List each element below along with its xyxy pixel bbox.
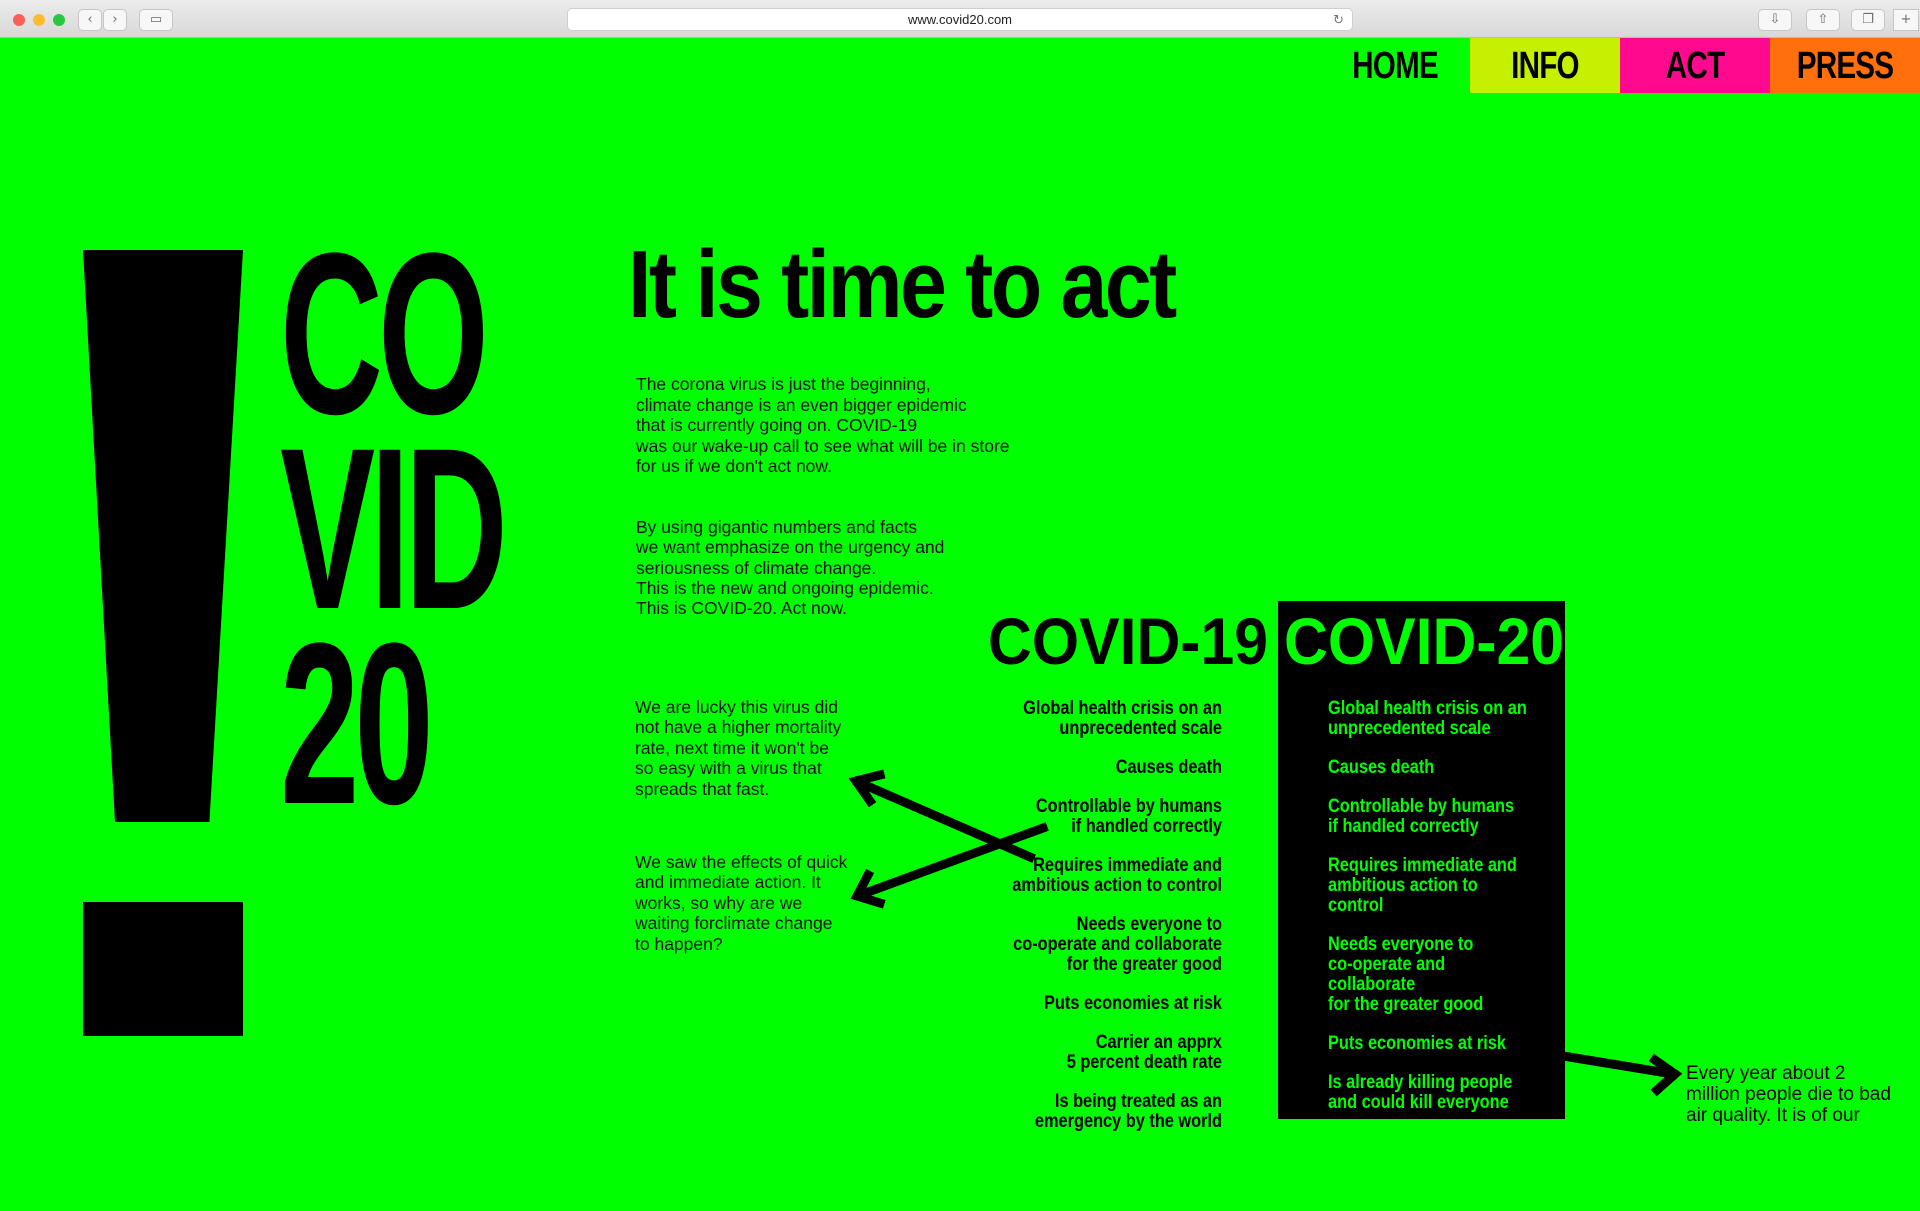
- close-window-button[interactable]: [13, 14, 25, 26]
- tabs-icon[interactable]: ❐: [1851, 9, 1885, 31]
- covid19-item: Needs everyone to co-operate and collabo…: [1013, 914, 1222, 975]
- exclamation-dot-icon: [83, 902, 243, 1036]
- nav-press-link[interactable]: PRESS: [1787, 38, 1904, 93]
- covid19-list: Global health crisis on an unprecedented…: [960, 699, 1222, 1151]
- nav-item-home[interactable]: HOME: [1320, 38, 1470, 93]
- logo-line-3: 20: [280, 595, 434, 852]
- covid20-item: Controllable by humans if handled correc…: [1328, 796, 1515, 837]
- zoom-window-button[interactable]: [53, 14, 65, 26]
- sidebar-icon[interactable]: ▭: [139, 9, 173, 31]
- logo-wordmark: CO VID 20: [280, 219, 560, 852]
- covid19-item: Is being treated as an emergency by the …: [1034, 1091, 1222, 1132]
- nav-info-link[interactable]: INFO: [1487, 38, 1604, 93]
- nav-item-act[interactable]: ACT: [1620, 38, 1770, 93]
- arrow-to-air-note: [1557, 1050, 1679, 1080]
- nav-item-info[interactable]: INFO: [1470, 38, 1620, 93]
- covid19-item: Requires immediate and ambitious action …: [1012, 855, 1222, 896]
- covid20-heading: COVID-20: [1284, 604, 1565, 678]
- covid19-item: Controllable by humans if handled correc…: [1035, 796, 1222, 837]
- nav-home-link[interactable]: HOME: [1337, 38, 1454, 93]
- note-air-quality: Every year about 2 million people die to…: [1686, 1063, 1891, 1126]
- covid20-item: Is being treated as though it's not real…: [1328, 1131, 1516, 1192]
- minimize-window-button[interactable]: [33, 14, 45, 26]
- address-bar[interactable]: www.covid20.com ↻: [567, 8, 1353, 31]
- page-title: It is time to act: [628, 231, 1177, 338]
- covid19-heading: COVID-19: [988, 604, 1269, 678]
- browser-toolbar: ‹ › ▭ www.covid20.com ↻ ⇩ ⇧ ❐ +: [0, 0, 1920, 38]
- covid20-list: Global health crisis on an unprecedented…: [1328, 699, 1560, 1211]
- share-icon[interactable]: ⇧: [1806, 9, 1840, 31]
- nav-item-press[interactable]: PRESS: [1770, 38, 1920, 93]
- covid19-item: Causes death: [1115, 757, 1222, 778]
- covid20-item: Requires immediate and ambitious action …: [1328, 855, 1517, 916]
- note-effects: We saw the effects of quick and immediat…: [635, 852, 848, 954]
- downloads-icon[interactable]: ⇩: [1758, 9, 1792, 31]
- nav-act-link[interactable]: ACT: [1637, 38, 1754, 93]
- covid20-item: Needs everyone to co-operate and collabo…: [1328, 934, 1484, 1015]
- covid20-item: Is already killing people and could kill…: [1328, 1072, 1513, 1113]
- exclamation-bar-icon: [83, 250, 243, 822]
- forward-icon[interactable]: ›: [103, 9, 127, 31]
- arrow-head-air-icon: [1648, 1053, 1683, 1097]
- covid19-item: Carrier an apprx 5 percent death rate: [1066, 1032, 1222, 1073]
- intro-paragraph-1: The corona virus is just the beginning, …: [636, 374, 1010, 477]
- covid20-item: Puts economies at risk: [1328, 1033, 1506, 1054]
- main-nav: HOME INFO ACT PRESS: [1320, 38, 1920, 93]
- covid19-item: Global health crisis on an unprecedented…: [1023, 698, 1222, 739]
- url-text: www.covid20.com: [907, 12, 1013, 27]
- new-tab-icon[interactable]: +: [1893, 9, 1919, 31]
- covid20-item: Global health crisis on an unprecedented…: [1328, 698, 1527, 739]
- covid19-item: Puts economies at risk: [1044, 993, 1222, 1014]
- covid20-item: Causes death: [1328, 757, 1435, 778]
- reload-icon[interactable]: ↻: [1333, 10, 1344, 31]
- back-icon[interactable]: ‹: [78, 9, 102, 31]
- note-lucky: We are lucky this virus did not have a h…: [635, 697, 842, 799]
